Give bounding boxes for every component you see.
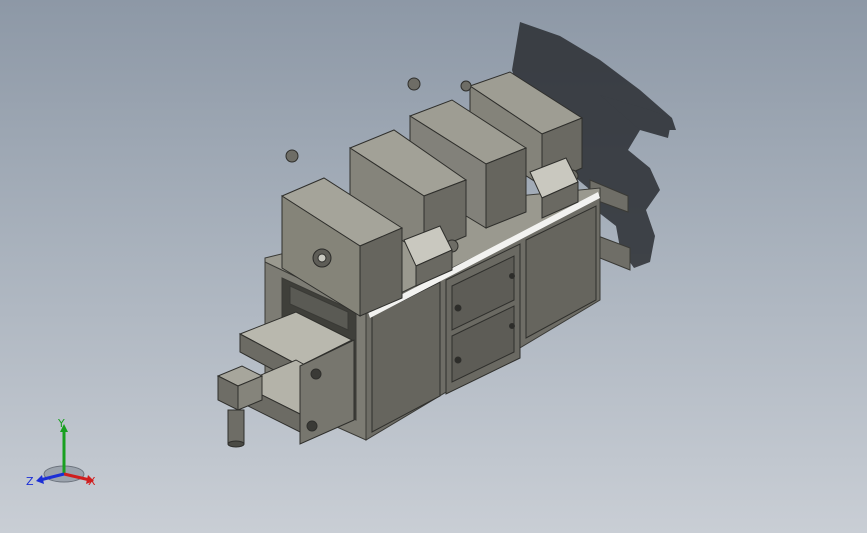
graphics-viewport[interactable]: Y Z X xyxy=(0,0,867,533)
z-axis-label: Z xyxy=(26,475,34,488)
x-axis-label: X xyxy=(88,475,96,488)
y-axis-label: Y xyxy=(58,417,65,430)
orientation-triad: Y Z X xyxy=(24,418,108,492)
machine-model[interactable] xyxy=(0,0,867,533)
